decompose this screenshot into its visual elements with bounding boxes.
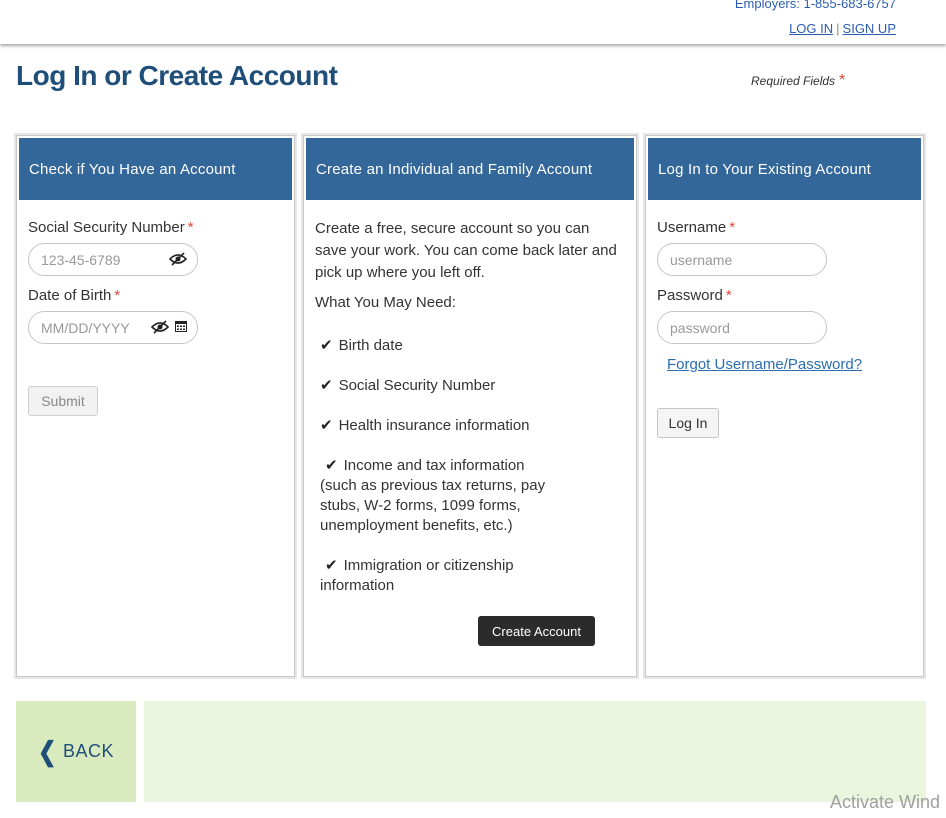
password-label-text: Password xyxy=(657,287,723,304)
list-item-text: Income and tax information xyxy=(343,457,525,474)
create-account-intro: Create a free, secure account so you can… xyxy=(315,220,617,281)
activate-windows-watermark: Activate Wind xyxy=(830,792,941,812)
auth-links: LOG IN | SIGN UP xyxy=(789,21,896,36)
list-item-text: Birth date xyxy=(338,337,403,354)
eye-slash-icon[interactable] xyxy=(150,320,170,337)
list-item-text: Social Security Number xyxy=(338,377,496,394)
page-title: Log In or Create Account xyxy=(16,60,338,91)
forgot-credentials-link[interactable]: Forgot Username/Password? xyxy=(667,356,862,373)
ssn-input[interactable]: 123-45-6789 xyxy=(28,243,198,276)
create-account-panel: Create an Individual and Family Account … xyxy=(303,135,637,677)
submit-button[interactable]: Submit xyxy=(28,386,98,416)
immigration-detail: information xyxy=(320,577,395,594)
list-item-text: Immigration or citizenship xyxy=(343,557,514,574)
required-fields-note: Required Fields * xyxy=(751,72,845,90)
list-item: ✔ Birth date xyxy=(320,336,560,356)
list-item: ✔ Health insurance information xyxy=(320,416,560,436)
password-input[interactable]: password xyxy=(657,311,827,344)
check-icon: ✔ xyxy=(320,417,333,434)
password-label: Password * xyxy=(657,287,732,304)
check-icon: ✔ xyxy=(320,377,333,394)
login-header: Log In to Your Existing Account xyxy=(648,138,921,200)
footer-band xyxy=(144,701,926,802)
required-star: * xyxy=(187,219,194,236)
list-item: ✔ Income and tax information (such as pre… xyxy=(320,456,560,536)
signup-link[interactable]: SIGN UP xyxy=(843,21,896,36)
eye-slash-icon[interactable] xyxy=(168,252,188,269)
dob-label-text: Date of Birth xyxy=(28,287,112,304)
check-account-panel: Check if You Have an Account Social Secu… xyxy=(16,135,295,677)
ssn-placeholder: 123-45-6789 xyxy=(41,251,121,268)
username-placeholder: username xyxy=(670,251,733,268)
list-item: ✔ Immigration or citizenship information xyxy=(320,556,560,596)
calendar-icon[interactable] xyxy=(175,320,187,335)
login-button[interactable]: Log In xyxy=(657,408,719,438)
check-account-header: Check if You Have an Account xyxy=(19,138,292,200)
list-item-text: Health insurance information xyxy=(338,417,530,434)
username-label-text: Username xyxy=(657,219,727,236)
check-icon: ✔ xyxy=(325,457,338,474)
what-you-need-title: What You May Need: xyxy=(315,294,456,311)
back-label: BACK xyxy=(62,741,114,761)
back-button[interactable]: ❮ BACK xyxy=(16,701,136,802)
chevron-left-icon: ❮ xyxy=(38,735,57,766)
dob-label: Date of Birth * xyxy=(28,287,120,304)
username-label: Username * xyxy=(657,219,735,236)
login-panel: Log In to Your Existing Account Username… xyxy=(645,135,924,677)
required-star: * xyxy=(729,219,736,236)
list-item: ✔ Social Security Number xyxy=(320,376,560,396)
top-bar: Employers: 1-855-683-6757 LOG IN | SIGN UP xyxy=(0,0,946,44)
required-star: * xyxy=(839,72,846,89)
employers-phone: Employers: 1-855-683-6757 xyxy=(734,0,896,11)
dob-input[interactable]: MM/DD/YYYY xyxy=(28,311,198,344)
username-input[interactable]: username xyxy=(657,243,827,276)
required-star: * xyxy=(114,287,121,304)
ssn-label: Social Security Number * xyxy=(28,219,194,236)
dob-placeholder: MM/DD/YYYY xyxy=(41,319,130,336)
password-placeholder: password xyxy=(670,319,730,336)
link-separator: | xyxy=(836,21,840,36)
create-account-button[interactable]: Create Account xyxy=(478,616,595,646)
ssn-label-text: Social Security Number xyxy=(28,219,185,236)
create-account-header: Create an Individual and Family Account xyxy=(306,138,634,200)
check-icon: ✔ xyxy=(325,557,338,574)
check-icon: ✔ xyxy=(320,337,333,354)
login-link[interactable]: LOG IN xyxy=(789,21,833,36)
required-fields-label: Required Fields xyxy=(751,74,836,88)
required-star: * xyxy=(725,287,732,304)
income-detail: (such as previous tax returns, pay stubs… xyxy=(320,477,546,534)
